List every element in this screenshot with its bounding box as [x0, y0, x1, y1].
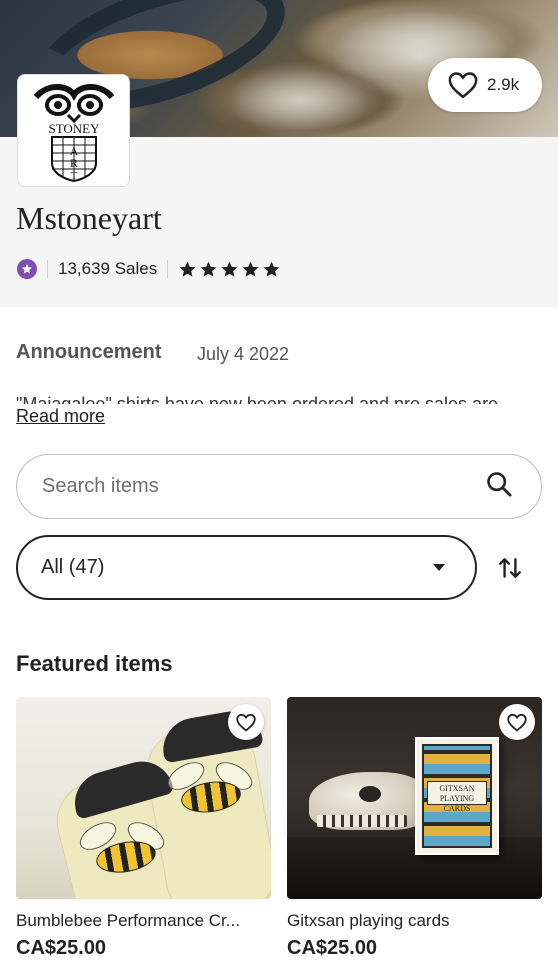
stoney-art-logo: STONEY A R T	[33, 84, 115, 183]
listing-image-socks[interactable]	[16, 697, 271, 899]
listing-price: CA$25.00	[287, 937, 378, 959]
announcement-title: Announcement	[16, 341, 162, 363]
card-deck-shape: GITXSAN PLAYING CARDS	[415, 737, 499, 855]
listing-image-playing-cards[interactable]: GITXSAN PLAYING CARDS	[287, 697, 542, 899]
listing-card[interactable]: Bumblebee Performance Cr... CA$25.00	[16, 697, 271, 960]
announcement-date: July 4 2022	[197, 344, 290, 364]
announcement-body: "Majagalee" shirts have now been ordered…	[16, 392, 542, 404]
banner-snow-shape	[230, 60, 370, 137]
category-select[interactable]: All (47)	[16, 535, 477, 600]
star-icon	[221, 261, 238, 277]
star-icon	[179, 261, 196, 277]
favorite-item-button[interactable]	[228, 704, 264, 740]
svg-text:STONEY: STONEY	[48, 121, 100, 136]
sort-icon	[499, 558, 521, 578]
stats-divider	[47, 260, 48, 278]
svg-text:T: T	[71, 170, 78, 182]
listing-title[interactable]: Gitxsan playing cards	[287, 911, 542, 931]
sort-button[interactable]	[493, 551, 527, 585]
star-icon	[263, 261, 280, 277]
sales-count: 13,639 Sales	[58, 259, 158, 278]
search-button[interactable]	[485, 470, 513, 503]
star-icon	[200, 261, 217, 277]
star-icon	[242, 261, 259, 277]
listing-title[interactable]: Bumblebee Performance Cr...	[16, 911, 271, 931]
svg-text:R: R	[70, 156, 78, 170]
deck-label: GITXSAN PLAYING CARDS	[427, 781, 487, 813]
announcement-text: "Majagalee" shirts have now been ordered…	[16, 394, 499, 404]
star-seller-icon[interactable]	[17, 259, 37, 279]
read-more-link[interactable]: Read more	[16, 406, 105, 427]
listing-card[interactable]: GITXSAN PLAYING CARDS Gitxsan playing ca…	[287, 697, 542, 960]
shop-logo[interactable]: STONEY A R T	[17, 74, 130, 187]
favorite-item-button[interactable]	[499, 704, 535, 740]
shop-name: Mstoneyart	[16, 200, 162, 236]
caret-down-icon	[433, 564, 445, 571]
skull-teeth-shape	[317, 815, 407, 827]
favorites-count: 2.9k	[487, 75, 520, 94]
skull-eye-shape	[359, 786, 381, 802]
category-selected: All (47)	[41, 556, 105, 578]
rating-stars[interactable]	[178, 260, 281, 279]
shop-stats: 13,639 Sales	[17, 256, 281, 282]
stats-divider	[167, 260, 169, 278]
search-input[interactable]	[42, 475, 485, 498]
heart-icon	[507, 713, 527, 732]
heart-icon	[448, 72, 478, 99]
search-icon	[487, 472, 512, 497]
featured-items-title: Featured items	[16, 651, 173, 676]
search-bar[interactable]	[16, 454, 542, 519]
favorite-shop-button[interactable]: 2.9k	[428, 58, 542, 112]
listing-price: CA$25.00	[16, 937, 107, 959]
heart-icon	[236, 713, 256, 732]
